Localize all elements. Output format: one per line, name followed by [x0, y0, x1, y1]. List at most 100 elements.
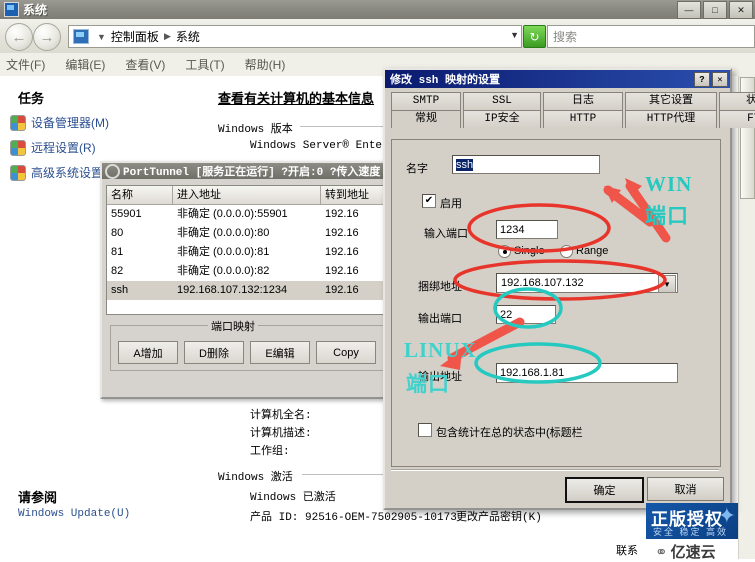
- menu-tools[interactable]: 工具(T): [185, 56, 224, 73]
- forward-arrow-icon[interactable]: →: [33, 23, 61, 51]
- tab-ftp[interactable]: FTP: [719, 110, 755, 128]
- cell-name: 55901: [111, 208, 142, 220]
- menu-file[interactable]: 文件(F): [6, 56, 45, 73]
- cell-in-address: 192.168.107.132:1234: [177, 284, 288, 296]
- tunnel-icon: [105, 163, 120, 179]
- tasks-heading: 任务: [18, 91, 45, 106]
- chevron-down-icon[interactable]: ▼: [510, 30, 519, 40]
- port-mapping-group-label: 端口映射: [208, 318, 258, 334]
- sidebar-item-remote-settings[interactable]: 远程设置(R): [10, 139, 96, 156]
- sidebar-item-device-manager[interactable]: 设备管理器(M): [10, 114, 109, 131]
- tab-other[interactable]: 其它设置: [625, 92, 717, 110]
- explorer-navbar: ← → ▼ 控制面板 ▶ 系统 ▼ ↻ 搜索: [0, 19, 755, 54]
- tab-smtp[interactable]: SMTP: [391, 92, 461, 110]
- delete-mapping-button[interactable]: D删除: [184, 341, 244, 364]
- table-row[interactable]: 55901 非确定 (0.0.0.0):55901 192.16: [107, 205, 407, 224]
- cloud-logo-icon: ⚭: [655, 543, 668, 561]
- table-row[interactable]: ssh 192.168.107.132:1234 192.16: [107, 281, 407, 300]
- bottom-link[interactable]: 联系: [616, 542, 638, 558]
- close-icon[interactable]: ✕: [712, 72, 728, 87]
- system-icon: [4, 2, 19, 17]
- radio-range[interactable]: [560, 245, 573, 258]
- tab-http-proxy[interactable]: HTTP代理: [625, 110, 717, 128]
- breadcrumb-control-panel[interactable]: 控制面板: [111, 28, 159, 45]
- porttunnel-titlebar: PortTunnel [服务正在运行] ?开启:0 ?传入速度: [102, 163, 412, 179]
- computer-field-description: 计算机描述:: [250, 428, 312, 440]
- breadcrumb-separator-icon: ▶: [163, 31, 171, 41]
- shield-icon: [10, 139, 26, 156]
- refresh-icon[interactable]: ↻: [523, 25, 546, 48]
- back-arrow-icon[interactable]: ←: [5, 23, 33, 51]
- sidebar-item-label: 高级系统设置: [31, 166, 104, 180]
- maximize-button[interactable]: □: [703, 1, 727, 19]
- dialog-title: 修改 ssh 映射的设置: [390, 75, 501, 87]
- radio-single[interactable]: [498, 245, 511, 258]
- tab-status[interactable]: 状态: [719, 92, 755, 110]
- column-header-in-address[interactable]: 进入地址: [173, 186, 321, 204]
- table-header-row: 名称 进入地址 转到地址: [107, 186, 407, 205]
- out-address-field[interactable]: 192.168.1.81: [496, 363, 678, 383]
- shield-icon: [10, 114, 26, 131]
- address-bar[interactable]: ▼ 控制面板 ▶ 系统 ▼: [68, 25, 522, 48]
- page-title: 查看有关计算机的基本信息: [218, 91, 375, 106]
- change-product-key-link[interactable]: 更改产品密钥(K): [456, 508, 542, 524]
- breadcrumb-chevron-icon: ▼: [97, 31, 106, 42]
- in-port-field[interactable]: 1234: [496, 220, 558, 239]
- table-row[interactable]: 82 非确定 (0.0.0.0):82 192.16: [107, 262, 407, 281]
- chevron-down-icon[interactable]: ▼: [658, 275, 676, 293]
- tab-ssl[interactable]: SSL: [463, 92, 541, 110]
- tab-log[interactable]: 日志: [543, 92, 623, 110]
- sidebar-item-advanced-system[interactable]: 高级系统设置: [10, 164, 103, 181]
- annotation-linux-port: 端口: [406, 372, 450, 396]
- tab-http[interactable]: HTTP: [543, 110, 623, 128]
- annotation-win: WIN: [645, 172, 693, 196]
- column-header-name[interactable]: 名称: [107, 186, 173, 204]
- see-also-heading: 请参阅: [18, 490, 58, 505]
- include-stats-checkbox[interactable]: [418, 423, 432, 437]
- dialog-titlebar: 修改 ssh 映射的设置 ? ✕: [385, 70, 730, 88]
- dialog-separator: [391, 469, 719, 471]
- radio-range-label: Range: [576, 245, 609, 257]
- table-row[interactable]: 80 非确定 (0.0.0.0):80 192.16: [107, 224, 407, 243]
- menu-view[interactable]: 查看(V): [125, 56, 165, 73]
- tab-general[interactable]: 常规: [391, 110, 461, 128]
- menu-edit[interactable]: 编辑(E): [65, 56, 105, 73]
- ok-button[interactable]: 确定: [565, 477, 644, 503]
- name-field-value: ssh: [456, 159, 474, 171]
- explorer-titlebar: 系统 — □ ✕: [0, 0, 755, 20]
- in-port-label: 输入端口: [424, 228, 468, 240]
- cell-in-address: 非确定 (0.0.0.0):82: [177, 265, 270, 277]
- add-mapping-button[interactable]: A增加: [118, 341, 178, 364]
- license-badge: ✦ 正版授权 安全 稳定 高效: [646, 503, 738, 539]
- cell-name: 81: [111, 246, 124, 258]
- search-input[interactable]: 搜索: [547, 25, 755, 48]
- tab-ip-security[interactable]: IP安全: [463, 110, 541, 128]
- bind-address-combo[interactable]: 192.168.107.132 ▼: [496, 273, 678, 293]
- include-stats-label: 包含统计在总的状态中(标题栏: [436, 427, 583, 439]
- cell-name: 82: [111, 265, 124, 277]
- checkmark-icon: ✔: [424, 195, 434, 206]
- out-port-field[interactable]: 22: [496, 305, 556, 324]
- cell-in-address: 非确定 (0.0.0.0):80: [177, 227, 270, 239]
- mapping-settings-dialog: 修改 ssh 映射的设置 ? ✕ SMTP SSL 日志 其它设置 状态 常规 …: [383, 68, 755, 510]
- name-field[interactable]: ssh: [452, 155, 600, 174]
- port-mapping-table[interactable]: 名称 进入地址 转到地址 55901 非确定 (0.0.0.0):55901 1…: [106, 185, 408, 315]
- annotation-linux: LINUX: [404, 338, 477, 362]
- help-button[interactable]: ?: [694, 72, 710, 87]
- dialog-tabs-row-bottom: 常规 IP安全 HTTP HTTP代理 FTP: [391, 110, 755, 128]
- vertical-scrollbar[interactable]: [738, 76, 755, 559]
- computer-field-fullname: 计算机全名:: [250, 410, 312, 422]
- window-controls: — □ ✕: [677, 1, 753, 19]
- enable-checkbox[interactable]: ✔: [422, 194, 436, 208]
- windows-update-link[interactable]: Windows Update(U): [18, 508, 130, 520]
- menu-help[interactable]: 帮助(H): [245, 56, 286, 73]
- dialog-window-controls: ? ✕: [694, 72, 728, 87]
- edit-mapping-button[interactable]: E编辑: [250, 341, 310, 364]
- copy-mapping-button[interactable]: Copy: [316, 341, 376, 364]
- cancel-button[interactable]: 取消: [647, 477, 724, 501]
- minimize-button[interactable]: —: [677, 1, 701, 19]
- radio-dot-icon: [502, 249, 507, 254]
- close-button[interactable]: ✕: [729, 1, 753, 19]
- table-row[interactable]: 81 非确定 (0.0.0.0):81 192.16: [107, 243, 407, 262]
- breadcrumb-system[interactable]: 系统: [176, 28, 200, 45]
